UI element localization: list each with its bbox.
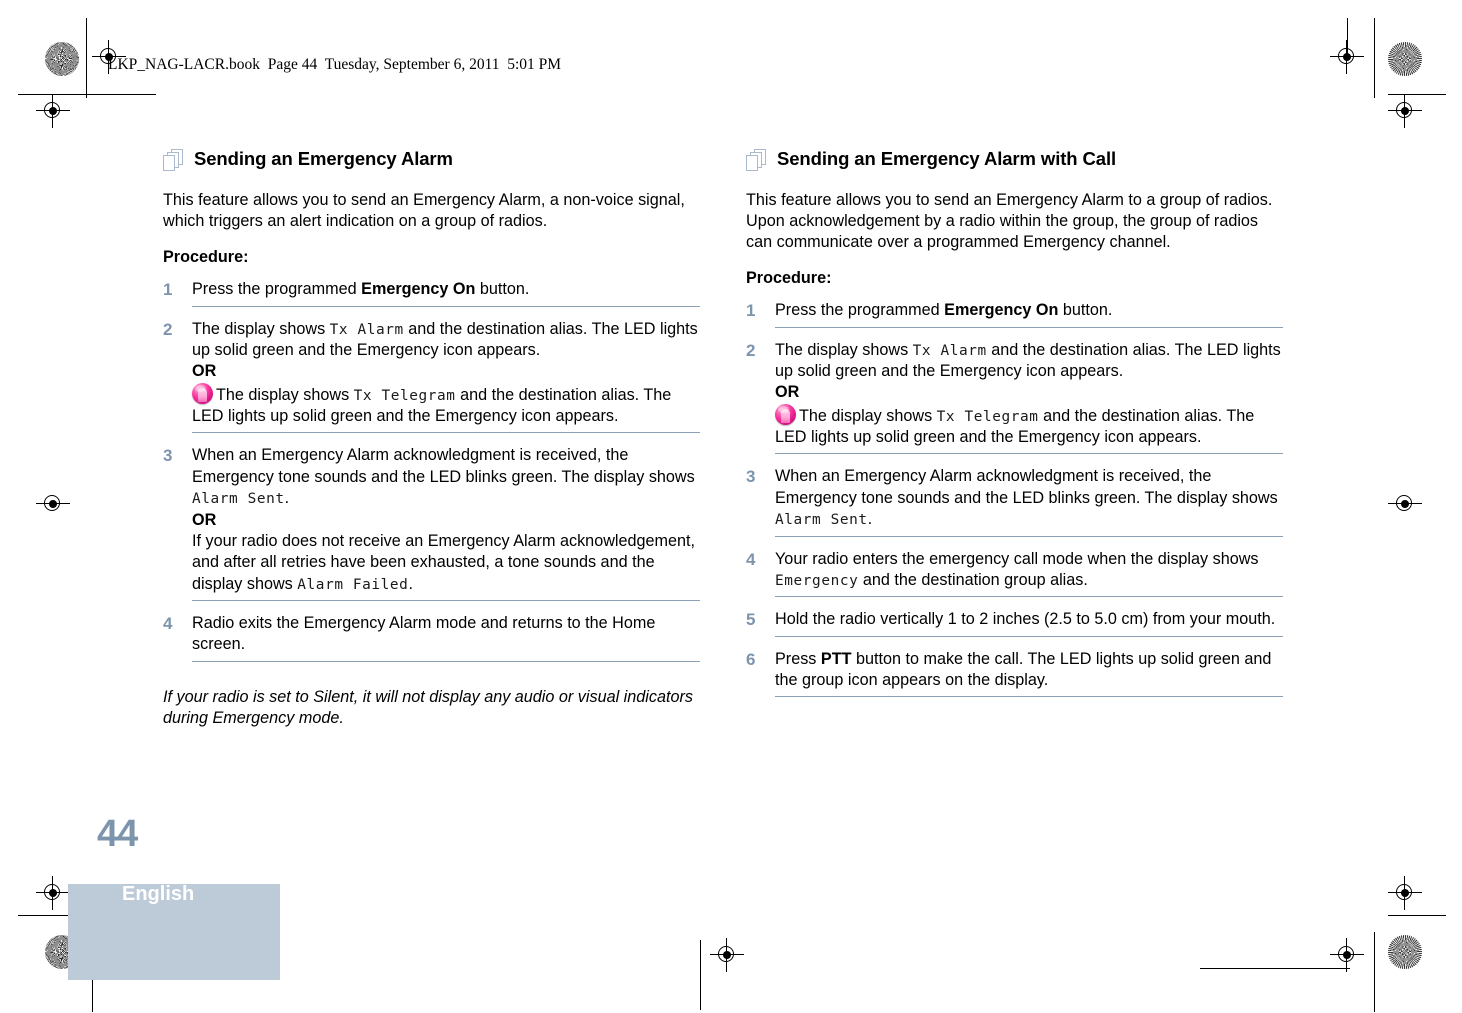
step-text: . [867,510,873,529]
content-column-left: Sending an Emergency Alarm This feature a… [163,148,700,746]
or-divider-label: OR [775,383,800,402]
display-text: Tx Telegram [936,408,1039,425]
step-body: Radio exits the Emergency Alarm mode and… [192,613,700,662]
step-text: If your radio does not receive an Emerge… [192,531,695,593]
telegram-icon [192,382,213,404]
stacked-pages-icon [746,149,768,173]
step-text: When an Emergency Alarm acknowledgment i… [192,446,695,486]
emphasis-text: Emergency On [944,301,1059,320]
step-text: . [284,489,290,508]
section-note: If your radio is set to Silent, it will … [163,687,693,728]
step-text: Radio exits the Emergency Alarm mode and… [192,614,656,654]
procedure-label: Procedure: [746,269,832,288]
or-divider-label: OR [192,510,217,529]
step-text: button. [1058,301,1113,320]
content-column-right: Sending an Emergency Alarm with Call This… [746,148,1283,702]
emphasis-text: PTT [820,649,852,668]
step-number: 3 [746,467,756,487]
section-title: Sending an Emergency Alarm [194,148,453,169]
step-text: and the destination group alias. [858,570,1088,589]
procedure-label: Procedure: [163,248,249,267]
display-text: Tx Alarm [329,321,404,338]
step-body: When an Emergency Alarm acknowledgment i… [192,445,700,601]
step-body: When an Emergency Alarm acknowledgment i… [775,466,1283,537]
step-number: 2 [746,340,756,360]
procedure-step: 2 The display shows Tx Alarm and the dest… [163,319,700,439]
step-body: The display shows Tx Alarm and the desti… [192,319,700,434]
procedure-step-list: 1 Press the programmed Emergency On butto… [163,279,700,667]
step-text: Press the programmed [775,301,945,320]
procedure-step: 1 Press the programmed Emergency On butto… [746,300,1283,332]
emphasis-text: Emergency On [361,280,476,299]
page-number: 44 [97,813,138,855]
display-text: Tx Alarm [912,342,987,359]
step-body: Press the programmed Emergency On button… [192,279,700,307]
telegram-icon [775,403,796,425]
step-body: Press the programmed Emergency On button… [775,300,1283,328]
page-body: Sending an Emergency Alarm This feature a… [0,0,1462,1013]
display-text: Tx Telegram [353,387,456,404]
step-text: The display shows [799,406,937,425]
step-text: The display shows [192,319,330,338]
step-body: Hold the radio vertically 1 to 2 inches … [775,609,1283,637]
section-title: Sending an Emergency Alarm with Call [777,148,1117,169]
display-text: Alarm Sent [192,491,285,508]
step-text: Press [775,649,821,668]
step-number: 1 [746,301,756,321]
step-number: 2 [163,319,173,339]
procedure-step: 3 When an Emergency Alarm acknowledgment … [746,466,1283,541]
procedure-step: 5 Hold the radio vertically 1 to 2 inches… [746,609,1283,641]
step-number: 3 [163,446,173,466]
procedure-step: 6 Press PTT button to make the call. The … [746,649,1283,703]
procedure-step: 1 Press the programmed Emergency On butto… [163,279,700,311]
procedure-step: 4 Your radio enters the emergency call mo… [746,549,1283,603]
step-number: 6 [746,649,756,669]
section-heading: Sending an Emergency Alarm [163,148,700,173]
step-text: Your radio enters the emergency call mod… [775,549,1259,568]
step-number: 4 [746,549,756,569]
footer-language-label: English [122,883,195,905]
step-text: Hold the radio vertically 1 to 2 inches … [775,610,1276,629]
procedure-step-list: 1 Press the programmed Emergency On butto… [746,300,1283,702]
step-text: . [408,574,413,593]
or-divider-label: OR [192,362,217,381]
step-body: Press PTT button to make the call. The L… [775,649,1283,698]
display-text: Emergency [775,572,859,589]
stacked-pages-icon [163,149,185,173]
step-text: The display shows [216,385,354,404]
step-text: Press the programmed [192,280,362,299]
step-number: 5 [746,610,756,630]
section-intro-paragraph: This feature allows you to send an Emerg… [746,191,1273,252]
display-text: Alarm Failed [297,576,409,593]
step-body: Your radio enters the emergency call mod… [775,549,1283,598]
procedure-step: 4 Radio exits the Emergency Alarm mode an… [163,613,700,667]
procedure-step: 2 The display shows Tx Alarm and the dest… [746,340,1283,460]
step-text: When an Emergency Alarm acknowledgment i… [775,467,1278,507]
step-number: 4 [163,614,173,633]
step-number: 1 [163,280,173,300]
section-heading: Sending an Emergency Alarm with Call [746,148,1283,173]
procedure-step: 3 When an Emergency Alarm acknowledgment … [163,445,700,606]
step-text: The display shows [775,340,913,359]
step-text: button. [475,280,530,299]
display-text: Alarm Sent [775,512,868,529]
section-intro-paragraph: This feature allows you to send an Emerg… [163,191,685,231]
step-body: The display shows Tx Alarm and the desti… [775,340,1283,455]
